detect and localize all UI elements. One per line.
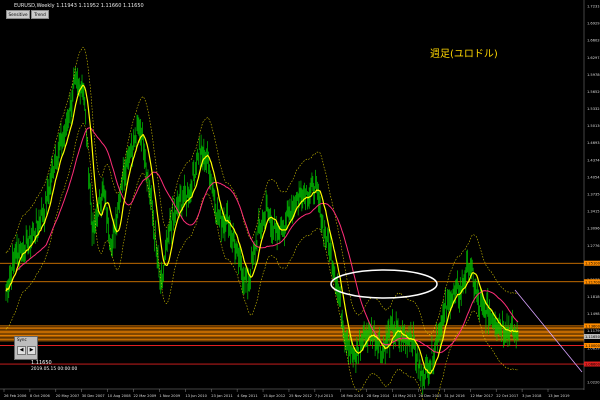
sync-prev-button[interactable]: ◀ [17, 346, 26, 355]
price-axis-label: 1.11790 [587, 329, 600, 333]
price-axis-label: 1.50130 [587, 124, 600, 128]
price-tag-label: 1.13600 [585, 324, 600, 328]
price-axis-label: 1.62975 [587, 56, 600, 60]
time-axis-label: 23 Jan 2011 [211, 394, 233, 398]
price-axis-label: 1.46935 [587, 141, 600, 145]
sensitive-button[interactable]: Sensitive [6, 10, 30, 19]
time-axis-label: 13 Jan 2019 [548, 394, 570, 398]
price-tag-label: 1.21700 [585, 280, 600, 284]
time-axis-label: 3 Jun 2018 [522, 394, 542, 398]
price-axis-label: 1.66020 [587, 39, 600, 43]
price-tag-label: 1.25100 [585, 262, 600, 266]
price-axis-label: 1.30960 [587, 227, 600, 231]
price-axis-label: 1.43740 [587, 158, 600, 162]
price-tag-label: 1.06600 [585, 363, 600, 367]
time-axis-label: 7 Jul 2013 [315, 394, 333, 398]
time-axis-label: 8 Oct 2006 [30, 394, 51, 398]
time-axis-label: 26 Feb 2006 [4, 394, 27, 398]
price-axis-label: 1.34155 [587, 210, 600, 214]
price-axis-label: 1.18180 [587, 295, 600, 299]
time-axis-label: 30 Dec 2007 [82, 394, 105, 398]
time-axis-label: 28 Sep 2014 [367, 394, 390, 398]
cursor-time-readout: 2019.05.15 00:00:00 [31, 367, 78, 372]
sync-next-button[interactable]: ▶ [27, 346, 36, 355]
price-axis-label: 1.53325 [587, 107, 600, 111]
price-axis-label: 1.40545 [587, 175, 600, 179]
price-axis-label: 1.14985 [587, 312, 600, 316]
chart-annotation-title: 週足(ユロドル) [430, 49, 498, 60]
time-axis-label: 12 Mar 2017 [470, 394, 493, 398]
time-axis-label: 15 Apr 2012 [263, 394, 285, 398]
sync-panel[interactable]: Sync ◀ ▶ [14, 336, 38, 360]
time-axis-label: 16 Feb 2014 [341, 394, 364, 398]
sync-label: Sync [17, 337, 27, 342]
price-axis-label: 1.72310 [587, 5, 600, 9]
time-axis-label: 22 Oct 2017 [496, 394, 518, 398]
price-tag-label: 1.10000 [585, 344, 600, 348]
time-axis-label: 20 May 2007 [56, 394, 79, 398]
price-axis-label: 1.02205 [587, 381, 600, 385]
time-axis-label: 25 Nov 2012 [289, 394, 312, 398]
chart-symbol-title: EURUSD,Weekly 1.11943 1.11952 1.11660 1.… [14, 3, 144, 9]
price-axis-label: 1.27765 [587, 244, 600, 248]
cursor-price-readout: 1.11650 [31, 360, 52, 366]
time-axis-label: 22 Mar 2009 [134, 394, 157, 398]
price-chart[interactable]: 1.72310 1.69295 1.66020 1.62975 1.59780 1.565… [0, 0, 600, 400]
time-axis-label: 20 Dec 2015 [418, 394, 441, 398]
price-axis [584, 0, 600, 400]
time-axis-label: 10 Aug 2008 [108, 394, 132, 398]
price-axis-label: 1.69295 [587, 22, 600, 26]
price-axis-label: 1.59780 [587, 73, 600, 77]
time-axis-label: 13 Jun 2010 [185, 394, 207, 398]
time-axis-label: 10 May 2015 [393, 394, 416, 398]
trend-button[interactable]: Trend [31, 10, 49, 19]
price-tag-label: 1.11650 [585, 335, 600, 339]
time-axis-label: 4 Sep 2011 [237, 394, 258, 398]
price-axis-label: 1.56520 [587, 90, 600, 94]
price-axis-label: 1.37350 [587, 193, 600, 197]
time-axis-label: 31 Jul 2016 [444, 394, 465, 398]
time-axis-label: 1 Nov 2009 [159, 394, 180, 398]
